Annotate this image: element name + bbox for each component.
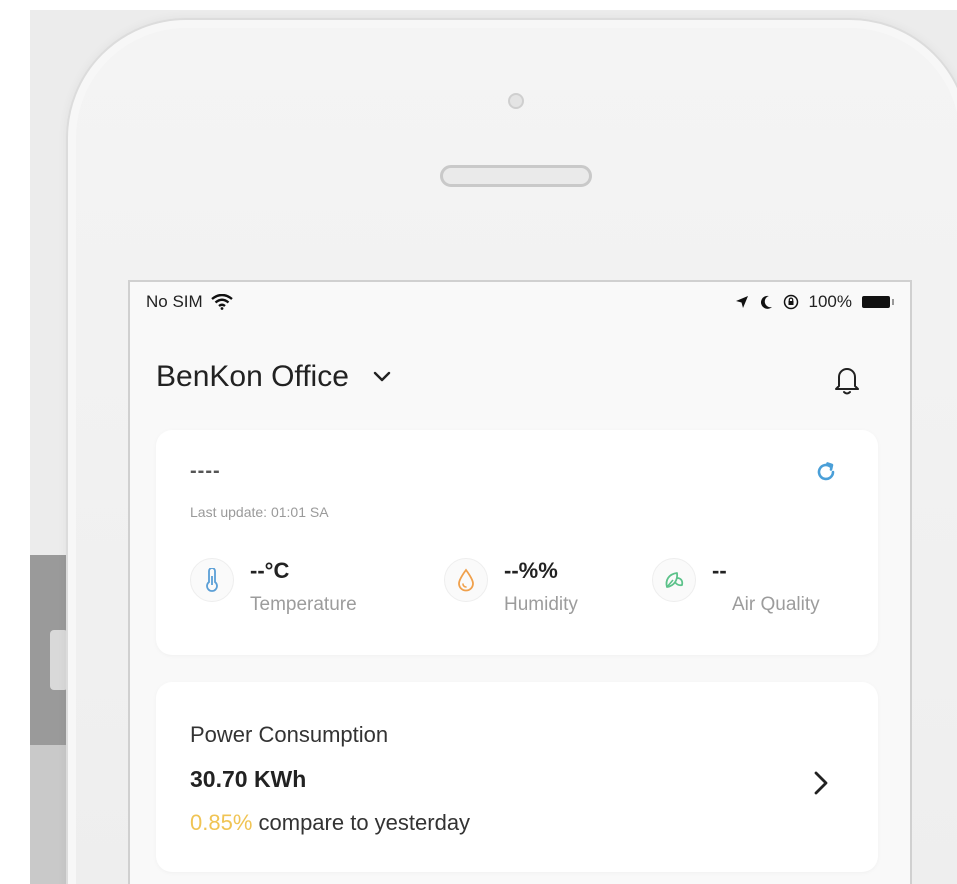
chevron-down-icon[interactable] <box>373 371 391 383</box>
carrier-label: No SIM <box>146 292 203 311</box>
power-comparison: 0.85% compare to yesterday <box>190 810 470 836</box>
power-value: 30.70 KWh <box>190 766 307 792</box>
location-title: BenKon Office <box>156 360 349 393</box>
earpiece-speaker <box>440 165 592 187</box>
humidity-value: --%% <box>504 558 558 583</box>
status-bar: No SIM 100% <box>130 282 894 318</box>
bell-icon[interactable] <box>832 364 862 396</box>
thermometer-icon <box>190 558 234 602</box>
status-right: 100% <box>735 292 894 312</box>
chevron-right-icon[interactable] <box>810 770 832 796</box>
leaf-icon <box>652 558 696 602</box>
last-update-text: Last update: 01:01 SA <box>190 504 329 520</box>
location-arrow-icon <box>735 296 748 308</box>
air-quality-metric: -- Air Quality <box>652 558 820 616</box>
orientation-lock-icon <box>783 294 798 310</box>
app-stage: No SIM 100% BenKon Office ---- Last upda… <box>0 0 957 884</box>
front-camera <box>508 93 524 109</box>
humidity-label: Humidity <box>504 594 578 615</box>
wifi-icon <box>210 294 233 310</box>
power-consumption-card[interactable]: Power Consumption 30.70 KWh 0.85% compar… <box>156 682 878 872</box>
moon-icon <box>760 295 772 309</box>
air-quality-label: Air Quality <box>732 594 820 615</box>
battery-icon <box>862 296 894 308</box>
location-selector[interactable]: BenKon Office <box>156 360 391 394</box>
power-change-text: compare to yesterday <box>252 810 471 835</box>
battery-percent: 100% <box>808 292 852 311</box>
temperature-metric: --°C Temperature <box>190 558 357 616</box>
phone-screen: No SIM 100% BenKon Office ---- Last upda… <box>128 280 912 884</box>
power-change-percent: 0.85% <box>190 810 253 835</box>
sensor-card[interactable]: ---- Last update: 01:01 SA --°C Temperat… <box>156 430 878 655</box>
temperature-value: --°C <box>250 558 290 583</box>
temperature-label: Temperature <box>250 594 357 615</box>
refresh-icon[interactable] <box>814 460 838 484</box>
humidity-metric: --%% Humidity <box>444 558 578 616</box>
device-name: ---- <box>190 460 221 482</box>
droplet-icon <box>444 558 488 602</box>
status-left: No SIM <box>146 292 233 312</box>
power-title: Power Consumption <box>190 722 389 747</box>
air-quality-value: -- <box>712 558 727 583</box>
